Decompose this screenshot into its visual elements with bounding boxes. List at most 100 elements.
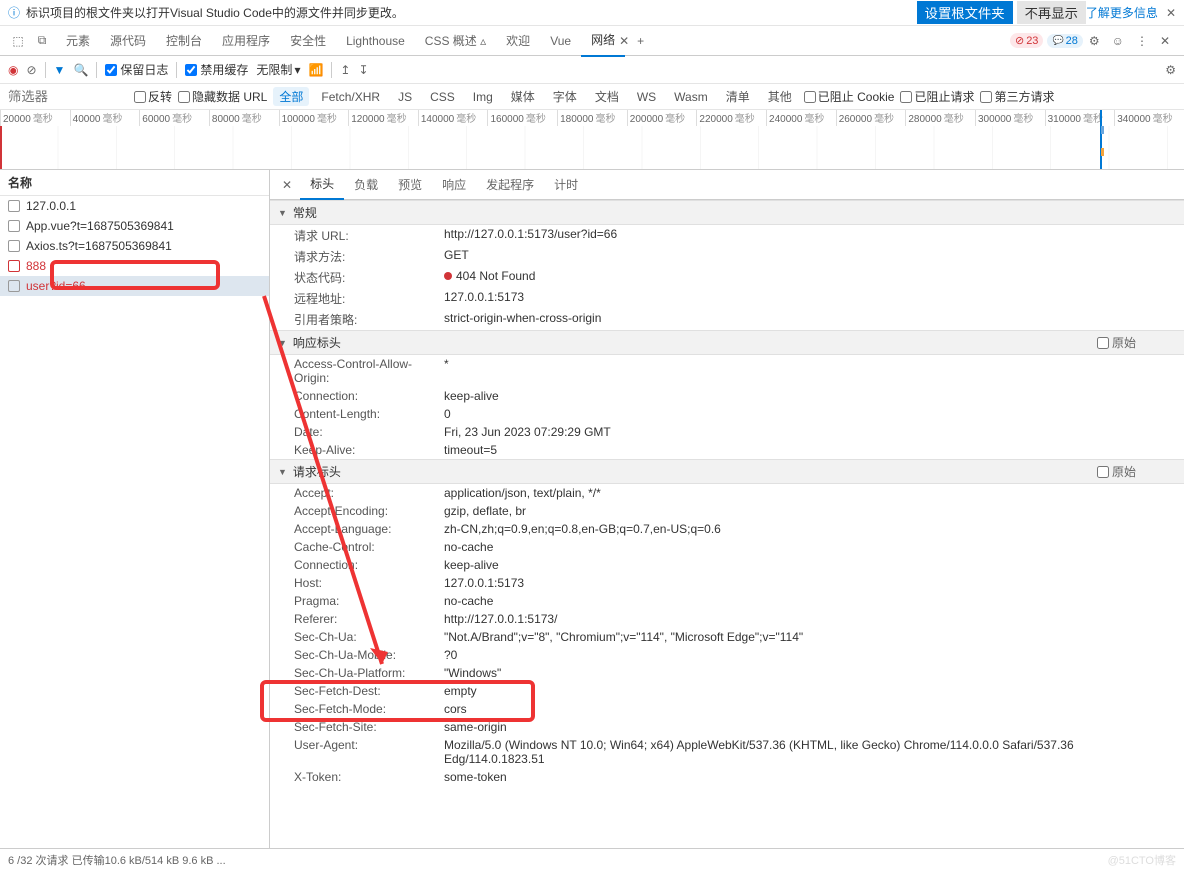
tab-vue[interactable]: Vue — [540, 26, 581, 56]
settings-icon[interactable]: ⚙ — [1083, 34, 1106, 48]
timeline-tick: 60000毫秒 — [139, 110, 209, 126]
tab-css-overview[interactable]: CSS 概述 ▵ — [415, 26, 496, 56]
hide-data-url-checkbox[interactable]: 隐藏数据 URL — [178, 88, 267, 105]
error-badge[interactable]: 23 — [1010, 33, 1043, 48]
tab-application[interactable]: 应用程序 — [212, 26, 280, 56]
filter-input[interactable] — [8, 89, 128, 104]
dont-show-button[interactable]: 不再显示 — [1017, 1, 1086, 24]
header-value: gzip, deflate, br — [444, 504, 1176, 518]
throttle-select[interactable]: 无限制 ▾ — [256, 61, 300, 78]
more-icon[interactable]: ⋮ — [1130, 34, 1154, 48]
request-headers-section-header[interactable]: ▼ 请求标头 原始 — [270, 459, 1184, 484]
request-name: user?id=66 — [26, 279, 86, 293]
tab-security[interactable]: 安全性 — [280, 26, 336, 56]
close-tab-icon[interactable]: ✕ — [619, 34, 629, 48]
filter-type-doc[interactable]: 文档 — [589, 87, 625, 106]
filter-type-css[interactable]: CSS — [424, 89, 461, 105]
third-party-checkbox[interactable]: 第三方请求 — [980, 88, 1054, 105]
request-item[interactable]: App.vue?t=1687505369841 — [0, 216, 269, 236]
timeline-tick: 220000毫秒 — [696, 110, 766, 126]
header-row: Keep-Alive:timeout=5 — [270, 441, 1184, 459]
header-key: Pragma: — [294, 594, 444, 608]
request-list-header[interactable]: 名称 — [0, 170, 269, 196]
filter-type-ws[interactable]: WS — [631, 89, 662, 105]
filter-type-manifest[interactable]: 清单 — [720, 87, 756, 106]
header-key: Cache-Control: — [294, 540, 444, 554]
general-section-header[interactable]: ▼ 常规 — [270, 200, 1184, 225]
wifi-icon[interactable]: 📶 — [308, 63, 323, 77]
network-toolbar: ◉ ⊘ ▼ 🔍 保留日志 禁用缓存 无限制 ▾ 📶 ↥ ↧ ⚙ — [0, 56, 1184, 84]
request-item[interactable]: 888 — [0, 256, 269, 276]
filter-type-font[interactable]: 字体 — [547, 87, 583, 106]
response-raw-checkbox[interactable]: 原始 — [1097, 334, 1136, 351]
filter-type-img[interactable]: Img — [467, 89, 499, 105]
header-value: keep-alive — [444, 389, 1176, 403]
header-value: 127.0.0.1:5173 — [444, 576, 1176, 590]
detail-tab-timing[interactable]: 计时 — [544, 171, 588, 199]
request-icon — [8, 200, 20, 212]
download-icon[interactable]: ↧ — [358, 63, 368, 77]
filter-type-js[interactable]: JS — [392, 89, 418, 105]
clear-icon[interactable]: ⊘ — [26, 63, 36, 77]
detail-tab-preview[interactable]: 预览 — [388, 171, 432, 199]
set-root-folder-button[interactable]: 设置根文件夹 — [917, 1, 1013, 24]
tab-lighthouse[interactable]: Lighthouse — [336, 26, 415, 56]
header-key: Sec-Fetch-Site: — [294, 720, 444, 734]
header-key: Sec-Ch-Ua-Mobile: — [294, 648, 444, 662]
disable-cache-checkbox[interactable]: 禁用缓存 — [185, 61, 248, 78]
preserve-log-checkbox[interactable]: 保留日志 — [105, 61, 168, 78]
blocked-requests-checkbox[interactable]: 已阻止请求 — [900, 88, 974, 105]
timeline-current-marker — [1100, 110, 1102, 169]
filter-type-media[interactable]: 媒体 — [505, 87, 541, 106]
close-notification-icon[interactable]: ✕ — [1166, 6, 1176, 20]
filter-icon[interactable]: ▼ — [54, 63, 66, 77]
filter-type-other[interactable]: 其他 — [762, 87, 798, 106]
tab-elements[interactable]: 元素 — [56, 26, 100, 56]
request-icon — [8, 280, 20, 292]
upload-icon[interactable]: ↥ — [340, 63, 350, 77]
learn-more-link[interactable]: 了解更多信息 — [1086, 4, 1158, 21]
request-item[interactable]: user?id=66 — [0, 276, 269, 296]
request-item[interactable]: 127.0.0.1 — [0, 196, 269, 216]
tab-welcome[interactable]: 欢迎 — [496, 26, 540, 56]
detail-tab-response[interactable]: 响应 — [432, 171, 476, 199]
request-item[interactable]: Axios.ts?t=1687505369841 — [0, 236, 269, 256]
timeline[interactable]: 20000毫秒40000毫秒60000毫秒80000毫秒100000毫秒1200… — [0, 110, 1184, 170]
filter-type-fetch[interactable]: Fetch/XHR — [315, 89, 386, 105]
blocked-cookies-checkbox[interactable]: 已阻止 Cookie — [804, 88, 895, 105]
close-detail-icon[interactable]: ✕ — [274, 178, 300, 192]
detail-body: ▼ 常规 请求 URL:http://127.0.0.1:5173/user?i… — [270, 200, 1184, 848]
device-icon[interactable]: ⧉ — [32, 33, 52, 48]
header-key: Content-Length: — [294, 407, 444, 421]
notification-bar: ⓘ 标识项目的根文件夹以打开Visual Studio Code中的源文件并同步… — [0, 0, 1184, 26]
record-icon[interactable]: ◉ — [8, 63, 18, 77]
message-badge[interactable]: 28 — [1047, 34, 1082, 48]
request-icon — [8, 220, 20, 232]
inspect-icon[interactable]: ⬚ — [8, 34, 28, 48]
network-settings-icon[interactable]: ⚙ — [1165, 63, 1176, 77]
invert-checkbox[interactable]: 反转 — [134, 88, 172, 105]
detail-tab-payload[interactable]: 负载 — [344, 171, 388, 199]
header-key: Sec-Fetch-Dest: — [294, 684, 444, 698]
close-devtools-icon[interactable]: ✕ — [1154, 34, 1176, 48]
header-row: Sec-Fetch-Mode:cors — [270, 700, 1184, 718]
request-raw-checkbox[interactable]: 原始 — [1097, 463, 1136, 480]
header-row: Sec-Fetch-Dest:empty — [270, 682, 1184, 700]
header-value: empty — [444, 684, 1176, 698]
tab-console[interactable]: 控制台 — [156, 26, 212, 56]
header-row: Accept-Language:zh-CN,zh;q=0.9,en;q=0.8,… — [270, 520, 1184, 538]
detail-tab-headers[interactable]: 标头 — [300, 170, 344, 200]
filter-type-all[interactable]: 全部 — [273, 87, 309, 106]
tab-sources[interactable]: 源代码 — [100, 26, 156, 56]
header-value: no-cache — [444, 540, 1176, 554]
add-tab-icon[interactable]: + — [629, 34, 652, 48]
header-key: 请求方法: — [294, 248, 444, 265]
feedback-icon[interactable]: ☺ — [1106, 34, 1130, 48]
response-headers-section-header[interactable]: ▼ 响应标头 原始 — [270, 330, 1184, 355]
filter-type-wasm[interactable]: Wasm — [668, 89, 714, 105]
request-name: Axios.ts?t=1687505369841 — [26, 239, 172, 253]
status-text: 6 /32 次请求 已传输10.6 kB/514 kB 9.6 kB ... — [8, 852, 226, 868]
detail-tab-initiator[interactable]: 发起程序 — [476, 171, 544, 199]
triangle-down-icon: ▼ — [278, 467, 287, 477]
search-icon[interactable]: 🔍 — [73, 63, 88, 77]
